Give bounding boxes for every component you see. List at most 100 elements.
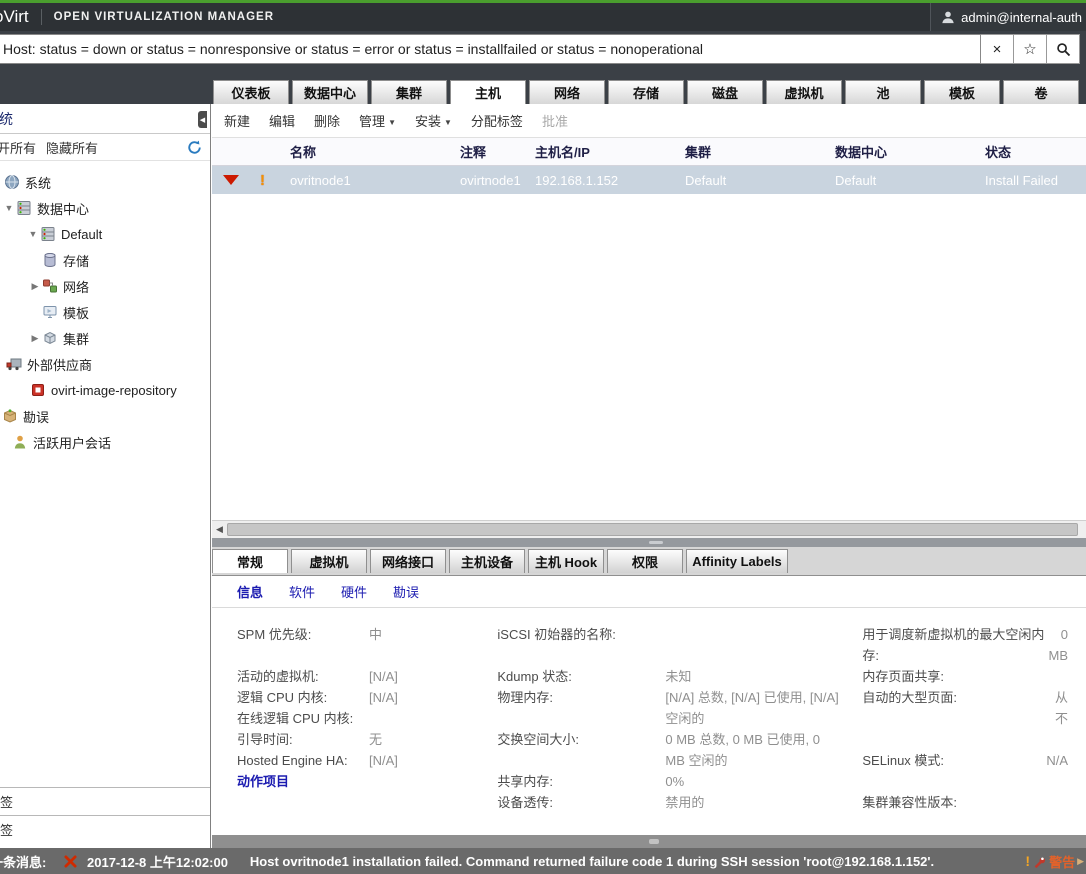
tags-panel-header[interactable]: 标签 bbox=[0, 815, 210, 843]
tree-item-cluster[interactable]: ▶集群 bbox=[0, 325, 210, 351]
scrollbar-thumb[interactable] bbox=[227, 523, 1078, 536]
main-tab[interactable]: 磁盘 bbox=[687, 80, 763, 104]
detail-tab[interactable]: Affinity Labels bbox=[686, 549, 788, 573]
grid-column-header[interactable]: 虚拟机 bbox=[1082, 142, 1086, 161]
main-tab[interactable]: 虚拟机 bbox=[766, 80, 842, 104]
tree-item-datacenter[interactable]: ▼数据中心 bbox=[0, 195, 210, 221]
tree-item-provider[interactable]: 外部供应商 bbox=[0, 351, 210, 377]
bookmarks-panel-header[interactable]: 书签 bbox=[0, 787, 210, 815]
user-icon bbox=[941, 10, 955, 24]
main-tab[interactable]: 存储 bbox=[608, 80, 684, 104]
template-icon bbox=[42, 304, 58, 320]
main-tab[interactable]: 卷 bbox=[1003, 80, 1079, 104]
toolbar-button[interactable]: 管理▼ bbox=[359, 111, 396, 130]
toolbar-button[interactable]: 新建 bbox=[224, 111, 250, 130]
tree-item-repository[interactable]: ovirt-image-repository bbox=[0, 377, 210, 403]
main-tab[interactable]: 模板 bbox=[924, 80, 1000, 104]
hosts-main-area: 新建编辑删除管理▼安装▼分配标签批准 名称注释主机名/IP集群数据中心状态虚拟机… bbox=[212, 104, 1086, 520]
expand-all-link[interactable]: 展开所有 bbox=[0, 138, 36, 157]
detail-subtab[interactable]: 硬件 bbox=[341, 582, 367, 601]
grid-column-label: 集群 bbox=[685, 145, 711, 160]
grid-column-header[interactable]: 数据中心 bbox=[831, 142, 981, 161]
grid-column-header[interactable]: 集群 bbox=[681, 142, 831, 161]
tree-panel-header: 系统 ◀ bbox=[0, 104, 210, 134]
grid-column-header[interactable]: 状态 bbox=[981, 142, 1082, 161]
main-tab[interactable]: 集群 bbox=[371, 80, 447, 104]
host-down-triangle-icon bbox=[223, 175, 239, 185]
tree-item-network[interactable]: ▶ 网络 bbox=[0, 273, 210, 299]
grid-column-header[interactable]: 名称 bbox=[286, 142, 456, 161]
collapse-panel-button[interactable]: ◀ bbox=[198, 111, 207, 128]
tree-item-label: 外部供应商 bbox=[27, 355, 92, 374]
host-cell: Default bbox=[681, 173, 831, 188]
host-cell: 192.168.1.152 bbox=[531, 173, 681, 188]
main-tab[interactable]: 池 bbox=[845, 80, 921, 104]
alerts-expand-icon[interactable]: ▶ bbox=[1077, 856, 1084, 867]
field-value: 无 bbox=[369, 729, 469, 750]
detail-content: 信息 软件 硬件 勘误 SPM 优先级:中活动的虚拟机:[N/A]逻辑 CPU 内核:… bbox=[212, 575, 1086, 848]
detail-tab[interactable]: 主机 Hook bbox=[528, 549, 604, 573]
search-input[interactable] bbox=[0, 34, 981, 64]
user-name: admin@internal-auth bbox=[961, 10, 1082, 25]
chevron-down-icon[interactable]: ▼ bbox=[26, 229, 40, 239]
grid-column-label: 注释 bbox=[460, 145, 486, 160]
alerts-button[interactable]: ! 警告 bbox=[1025, 852, 1075, 871]
tree-item-datacenter[interactable]: ▼Default bbox=[0, 221, 210, 247]
detail-subtab[interactable]: 软件 bbox=[289, 582, 315, 601]
chevron-right-icon[interactable]: ▶ bbox=[28, 333, 42, 344]
detail-tab[interactable]: 权限 bbox=[607, 549, 683, 573]
field-label: Kdump 状态: bbox=[497, 666, 665, 687]
detail-subtab[interactable]: 信息 bbox=[237, 582, 263, 601]
grid-column-label: 数据中心 bbox=[835, 145, 887, 160]
tree-item-errata[interactable]: 勘误 bbox=[0, 403, 210, 429]
tree-item-template[interactable]: 模板 bbox=[0, 299, 210, 325]
detail-subtab[interactable]: 勘误 bbox=[393, 582, 419, 601]
bookmark-search-button[interactable]: ☆ bbox=[1014, 34, 1047, 64]
toolbar-button[interactable]: 编辑 bbox=[269, 111, 295, 130]
main-tab[interactable]: 仪表板 bbox=[213, 80, 289, 104]
host-cell: ovritnode1 bbox=[286, 173, 456, 188]
detail-field: Kdump 状态:未知 bbox=[497, 666, 840, 687]
detail-tab[interactable]: 虚拟机 bbox=[291, 549, 367, 573]
general-info-fields: SPM 优先级:中活动的虚拟机:[N/A]逻辑 CPU 内核:[N/A]在线逻辑… bbox=[212, 608, 1086, 813]
grid-column-header[interactable]: 注释 bbox=[456, 142, 531, 161]
alert-exclamation-icon: ! bbox=[1025, 853, 1030, 869]
field-label: Hosted Engine HA: bbox=[237, 750, 369, 771]
detail-field: 引导时间:无 bbox=[237, 729, 469, 750]
provider-icon bbox=[6, 356, 22, 372]
grid-column-header[interactable]: 主机名/IP bbox=[531, 142, 681, 161]
toolbar-button[interactable]: 安装▼ bbox=[415, 111, 452, 130]
detail-tab[interactable]: 网络接口 bbox=[370, 549, 446, 573]
tree-item-label: 网络 bbox=[63, 277, 89, 296]
tree-item-label: 模板 bbox=[63, 303, 89, 322]
clear-search-button[interactable]: × bbox=[981, 34, 1014, 64]
field-value: [N/A] bbox=[369, 687, 469, 708]
field-label: 内存页面共享: bbox=[862, 666, 1044, 687]
grid-horizontal-scrollbar[interactable]: ◀ bbox=[212, 520, 1086, 538]
tree-item-user-session[interactable]: 活跃用户会话 bbox=[0, 429, 210, 455]
tree-item-storage[interactable]: 存储 bbox=[0, 247, 210, 273]
collapse-all-link[interactable]: 隐藏所有 bbox=[46, 138, 98, 157]
main-tab[interactable]: 主机 bbox=[450, 80, 526, 104]
tree-item-globe[interactable]: 系统 bbox=[0, 169, 210, 195]
search-button[interactable] bbox=[1047, 34, 1080, 64]
main-tab[interactable]: 网络 bbox=[529, 80, 605, 104]
detail-tab[interactable]: 常规 bbox=[212, 549, 288, 573]
detail-field: 自动的大型页面:从不 bbox=[862, 687, 1068, 729]
toolbar-button[interactable]: 删除 bbox=[314, 111, 340, 130]
detail-horizontal-scrollbar[interactable] bbox=[212, 835, 1086, 848]
host-row[interactable]: !ovritnode1ovirtnode1192.168.1.152Defaul… bbox=[212, 166, 1086, 194]
panel-splitter[interactable] bbox=[212, 538, 1086, 547]
field-value bbox=[369, 771, 469, 792]
field-value bbox=[369, 708, 469, 729]
detail-tab[interactable]: 主机设备 bbox=[449, 549, 525, 573]
main-tab[interactable]: 数据中心 bbox=[292, 80, 368, 104]
toolbar-button[interactable]: 分配标签 bbox=[471, 111, 523, 130]
last-message-text: Host ovritnode1 installation failed. Com… bbox=[250, 854, 1017, 869]
user-menu[interactable]: admin@internal-auth bbox=[930, 3, 1086, 31]
chevron-right-icon[interactable]: ▶ bbox=[28, 281, 42, 292]
alerts-label: 警告 bbox=[1049, 852, 1075, 871]
chevron-down-icon[interactable]: ▼ bbox=[2, 203, 16, 213]
scroll-left-arrow-icon[interactable]: ◀ bbox=[212, 524, 227, 535]
refresh-icon[interactable] bbox=[187, 140, 202, 155]
